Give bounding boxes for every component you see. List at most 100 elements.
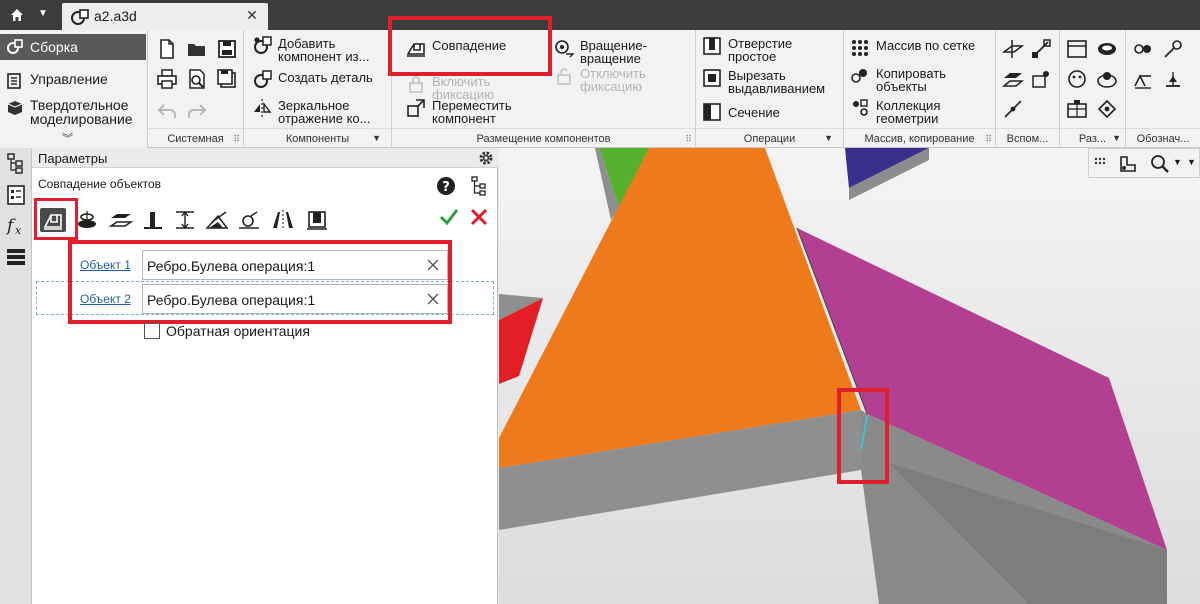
save-icon[interactable]: [216, 38, 238, 60]
grid-dots-icon[interactable]: [1093, 155, 1107, 171]
preview-icon[interactable]: [186, 68, 208, 90]
dimension-icon[interactable]: [1132, 38, 1154, 60]
enable-fixation-button[interactable]: Включить фиксацию: [406, 74, 546, 101]
mode-management[interactable]: Управление: [4, 68, 144, 94]
redo-icon[interactable]: [186, 100, 208, 122]
rotation-rotation-button[interactable]: Вращение- вращение: [554, 38, 694, 66]
grid-array-button[interactable]: Массив по сетке: [850, 38, 996, 60]
mirror-component-button[interactable]: Зеркальное отражение ко...: [252, 98, 390, 126]
close-icon[interactable]: ✕: [244, 7, 260, 24]
mode-assembly[interactable]: Сборка: [0, 34, 146, 60]
tangent-icon[interactable]: [236, 208, 262, 232]
group-label-notation: Обознач...: [1136, 133, 1190, 145]
undo-icon[interactable]: [156, 100, 178, 122]
parallel-icon[interactable]: [108, 208, 134, 232]
assembly-doc-icon: [71, 9, 89, 25]
group-label-arrays: Массив, копирование ⠿: [864, 133, 992, 145]
gear-icon[interactable]: [478, 150, 494, 166]
sketch-icon[interactable]: [1066, 38, 1088, 60]
gear-mechanism-icon[interactable]: [304, 208, 330, 232]
plane-icon[interactable]: [1002, 38, 1024, 60]
orientation-icon[interactable]: [1117, 153, 1139, 175]
group-label-aux: Вспом...: [1006, 133, 1049, 145]
datum-icon[interactable]: [1162, 68, 1184, 90]
cut-extrude-icon: [703, 69, 721, 87]
create-part-icon: [254, 70, 272, 88]
chevron-down-icon[interactable]: ▼: [372, 133, 381, 143]
svg-text:x: x: [15, 224, 22, 236]
rotation-icon: [555, 40, 574, 58]
geometry-collection-button[interactable]: Коллекция геометрии: [850, 98, 996, 126]
help-icon[interactable]: ?: [436, 176, 456, 196]
roughness-icon[interactable]: [1132, 68, 1154, 90]
shell-icon[interactable]: [1096, 68, 1118, 90]
move-component-button[interactable]: Переместить компонент: [406, 98, 546, 126]
model-tree-icon[interactable]: [5, 152, 27, 174]
cut-extrude-button[interactable]: Вырезать выдавливанием: [702, 68, 842, 96]
panel-title: Параметры: [38, 151, 108, 166]
simple-hole-button[interactable]: Отверстие простое: [702, 36, 842, 64]
parameters-panel: Параметры Совпадение объектов ? Объект 1…: [32, 148, 498, 604]
geometry-collection-icon: [853, 99, 868, 116]
move-icon: [407, 99, 425, 117]
group-components: Добавить компонент из... Создать деталь …: [244, 30, 392, 148]
surface-icon[interactable]: [1096, 38, 1118, 60]
disable-fixation-button[interactable]: Отключить фиксацию: [554, 66, 694, 94]
perpendicular-icon[interactable]: [140, 208, 166, 232]
angle-icon[interactable]: [204, 208, 230, 232]
home-button[interactable]: [4, 3, 30, 27]
chevron-down-icon[interactable]: ▼: [824, 133, 833, 143]
copy-objects-button[interactable]: Копировать объекты: [850, 66, 996, 94]
print-icon[interactable]: [156, 68, 178, 90]
distance-icon[interactable]: [172, 208, 198, 232]
constraint-type-bar: [36, 200, 496, 238]
tree-structure-icon[interactable]: [470, 176, 488, 196]
layers-icon[interactable]: [5, 246, 27, 268]
line-icon[interactable]: [1002, 98, 1024, 120]
chevron-down-icon[interactable]: ︾: [62, 130, 73, 146]
section-button[interactable]: Сечение: [702, 102, 842, 124]
add-component-button[interactable]: Добавить компонент из...: [252, 36, 390, 64]
group-label-system: Системная ⠿: [167, 133, 240, 145]
confirm-checkmark-icon[interactable]: [438, 206, 460, 228]
group-notation: Обознач...: [1126, 30, 1200, 148]
tag-icon[interactable]: [1096, 98, 1118, 120]
chevron-down-icon[interactable]: ▼: [1187, 157, 1196, 167]
cancel-x-icon[interactable]: [468, 206, 490, 228]
save-all-icon[interactable]: [216, 68, 238, 90]
zoom-icon[interactable]: [1149, 153, 1171, 175]
reverse-orientation-checkbox[interactable]: [144, 323, 160, 339]
document-tab-name: a2.a3d: [94, 8, 137, 24]
model-scene[interactable]: [499, 148, 1200, 604]
table-icon[interactable]: [1066, 98, 1088, 120]
panel-subtitle: Совпадение объектов: [38, 177, 162, 191]
group-label-operations: Операции ▼: [743, 133, 833, 145]
axis-icon[interactable]: [1030, 38, 1052, 60]
group-arrays: Массив по сетке Копировать объекты Колле…: [844, 30, 996, 148]
offset-plane-icon[interactable]: [1002, 68, 1024, 90]
open-folder-icon[interactable]: [186, 38, 208, 60]
group-operations: Отверстие простое Вырезать выдавливанием…: [696, 30, 844, 148]
symmetry-icon[interactable]: [270, 208, 296, 232]
chevron-down-icon[interactable]: ▼: [38, 8, 54, 22]
left-tool-strip: fx: [0, 148, 32, 604]
point-icon[interactable]: [1030, 68, 1052, 90]
view-toolbar: ▼ ▼: [1088, 148, 1200, 178]
create-part-button[interactable]: Создать деталь: [252, 70, 390, 92]
chevron-down-icon[interactable]: ▼: [1112, 133, 1121, 143]
3d-viewport[interactable]: ▼ ▼: [499, 148, 1200, 604]
navy-part-top[interactable]: [845, 148, 929, 188]
mode-solid-modeling[interactable]: Твердотельное моделирование: [4, 94, 144, 128]
leader-icon[interactable]: [1162, 38, 1184, 60]
highlight-coincidence: [388, 16, 552, 76]
document-tab[interactable]: a2.a3d ✕: [62, 3, 268, 30]
mirror-icon: [254, 99, 272, 117]
home-icon: [11, 9, 23, 21]
face-icon[interactable]: [1066, 68, 1088, 90]
chevron-down-icon[interactable]: ▼: [1173, 157, 1182, 167]
new-file-icon[interactable]: [156, 38, 178, 60]
group-label-placement: Размещение компонентов ⠿: [476, 133, 692, 145]
grid-array-icon: [852, 40, 868, 56]
variables-fx-icon[interactable]: fx: [5, 214, 27, 236]
properties-icon[interactable]: [5, 184, 27, 206]
